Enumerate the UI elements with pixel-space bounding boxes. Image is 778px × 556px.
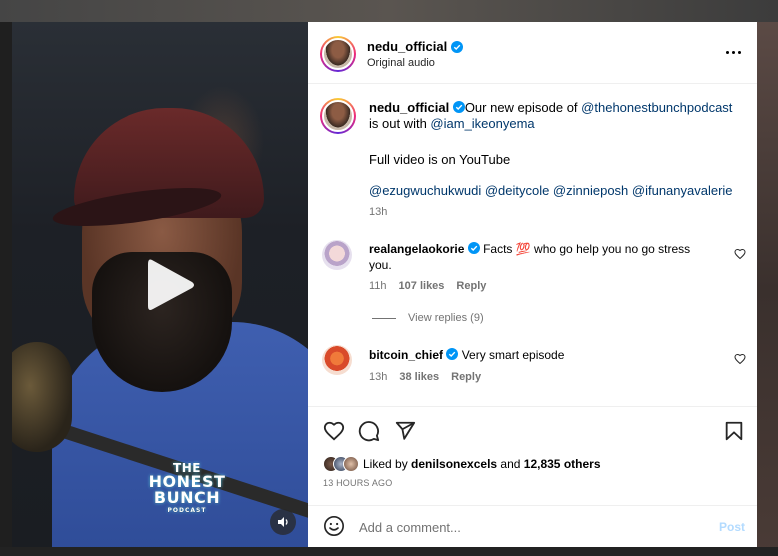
podcast-logo-line2: HONEST BUNCH [148,472,226,507]
caption-timestamp[interactable]: 13h [369,206,387,218]
caption-author-username[interactable]: nedu_official [369,100,449,115]
more-options-icon[interactable] [721,44,745,60]
liked-by-user[interactable]: denilsonexcels [411,457,497,471]
replies-divider [372,317,396,319]
comment-username[interactable]: bitcoin_chief [369,348,443,362]
verified-badge-icon [467,242,480,254]
comment-reply-button[interactable]: Reply [451,371,481,383]
comment-text: realangelaokorie Facts 💯 who go help you… [369,241,709,273]
comment-bubble-icon[interactable] [358,420,380,442]
liked-by-text: Liked by denilsonexcels and 12,835 other… [363,457,601,471]
liked-by-middle: and [497,457,524,471]
post-comment-button[interactable]: Post [719,520,745,534]
liker-avatar[interactable] [343,456,359,472]
save-bookmark-icon[interactable] [723,420,745,442]
podcast-logo-line3: PODCAST [167,507,207,514]
comment-body-a: Very smart episode [458,348,565,362]
microphone [12,342,72,452]
comment-body-a: Facts [479,242,516,256]
comment-avatar[interactable] [322,345,352,375]
comment-meta: 13h 38 likes Reply [369,371,481,383]
comment-time[interactable]: 11h [369,280,387,292]
post-header: nedu_official Original audio [308,22,757,84]
like-heart-icon[interactable] [323,420,345,442]
hundred-emoji: 💯 [515,242,531,256]
comment-reply-button[interactable]: Reply [456,280,486,292]
author-name-row[interactable]: nedu_official [367,39,464,54]
add-comment-input[interactable] [359,518,699,536]
play-icon[interactable] [134,250,204,320]
view-replies-label[interactable]: View replies (9) [408,312,484,324]
comment-meta: 11h 107 likes Reply [369,280,486,292]
liked-by-prefix: Liked by [363,457,412,471]
post-age[interactable]: 13 HOURS AGO [323,478,392,488]
comment-username[interactable]: realangelaokorie [369,242,464,256]
post-details-panel: nedu_official Original audio nedu_offici… [308,22,757,547]
post-video[interactable]: THE HONEST BUNCH PODCAST [12,22,308,547]
caption-mid: is out with [369,116,431,131]
caption-prefix: Our new episode of [464,100,582,115]
mention-iam-ikeonyema[interactable]: @iam_ikeonyema [430,116,534,131]
view-replies-button[interactable]: View replies (9) [372,312,484,324]
background-left-strip [0,22,12,556]
comment-avatar[interactable] [322,240,352,270]
actions-divider [308,406,757,407]
verified-badge-icon [452,101,465,113]
comment-text: bitcoin_chief Very smart episode [369,347,709,363]
comment-like-heart-icon[interactable] [734,353,746,365]
likes-count[interactable]: 12,835 others [524,457,601,471]
comment-time[interactable]: 13h [369,371,387,383]
emoji-smiley-icon[interactable] [323,515,345,537]
comment-likes[interactable]: 107 likes [399,280,445,292]
verified-badge-icon [446,348,459,360]
verified-badge-icon [451,40,464,53]
background-bottom-strip [0,547,778,556]
author-username[interactable]: nedu_official [367,39,447,54]
caption-youtube-line: Full video is on YouTube [369,152,511,167]
podcast-logo: THE HONEST BUNCH PODCAST [142,462,232,514]
comment-like-heart-icon[interactable] [734,248,746,260]
background-right-strip [757,22,778,556]
author-avatar[interactable] [320,36,356,72]
original-audio-link[interactable]: Original audio [367,57,435,69]
background-feed-strip [0,0,778,22]
volume-icon[interactable] [270,509,296,535]
mention-thehonestbunchpodcast[interactable]: @thehonestbunchpodcast [581,100,732,115]
caption-tagged-users[interactable]: @ezugwuchukwudi @deitycole @zinnieposh @… [369,183,733,198]
caption-text: nedu_official Our new episode of @thehon… [369,100,745,132]
share-paper-plane-icon[interactable] [394,420,416,442]
caption-author-avatar[interactable] [320,98,356,134]
comment-likes[interactable]: 38 likes [399,371,439,383]
comment-composer: Post [308,505,757,547]
liked-by-row: Liked by denilsonexcels and 12,835 other… [323,456,601,472]
